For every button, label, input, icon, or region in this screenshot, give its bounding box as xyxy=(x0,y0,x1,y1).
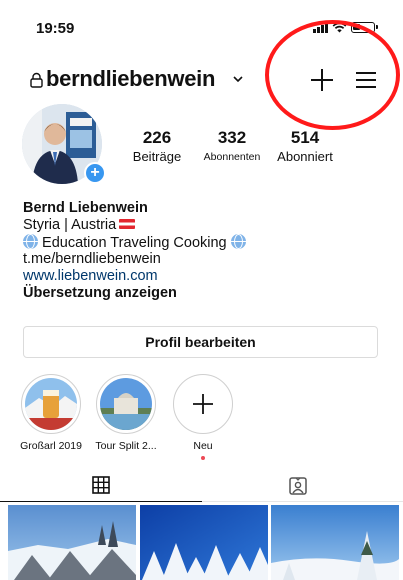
status-icons xyxy=(313,22,378,33)
highlight-cover xyxy=(25,378,77,430)
lock-icon xyxy=(30,72,43,88)
highlight-ring xyxy=(96,374,156,434)
add-story-badge[interactable]: + xyxy=(84,162,106,184)
bio-tagline: Education Traveling Cooking xyxy=(42,234,227,251)
highlight-label: Neu xyxy=(193,440,213,452)
followers-count: 332 xyxy=(217,128,247,147)
battery-icon xyxy=(351,22,378,33)
highlight-item[interactable]: Tour Split 2... xyxy=(92,374,160,452)
notification-dot xyxy=(201,456,205,460)
bio: Bernd Liebenwein Styria | Austria Educat… xyxy=(23,200,246,302)
highlight-label: Großarl 2019 xyxy=(20,440,82,452)
profile-tabs xyxy=(0,468,403,502)
posts-count: 226 xyxy=(142,128,172,147)
add-post-button[interactable] xyxy=(306,64,338,96)
tab-tagged[interactable] xyxy=(202,468,403,502)
following-count: 514 xyxy=(290,128,320,147)
translate-link[interactable]: Übersetzung anzeigen xyxy=(23,285,246,302)
highlight-ring xyxy=(173,374,233,434)
highlight-ring xyxy=(21,374,81,434)
followers-stat[interactable]: 332 Abonnenten xyxy=(196,128,268,163)
hamburger-menu-icon[interactable] xyxy=(352,66,380,94)
tagged-icon xyxy=(289,477,307,495)
grid-photo[interactable] xyxy=(8,505,138,580)
bio-location: Styria | Austria xyxy=(23,216,117,233)
website-link[interactable]: www.liebenwein.com xyxy=(23,268,246,285)
status-bar: 19:59 xyxy=(0,0,403,58)
posts-stat[interactable]: 226 Beiträge xyxy=(128,128,186,164)
photo-grid xyxy=(8,505,401,580)
wifi-icon xyxy=(332,22,347,33)
following-stat[interactable]: 514 Abonniert xyxy=(270,128,340,164)
posts-label: Beiträge xyxy=(132,149,182,164)
signal-icon xyxy=(313,22,328,33)
chevron-down-icon[interactable] xyxy=(233,75,243,83)
edit-profile-button[interactable]: Profil bearbeiten xyxy=(23,326,378,358)
followers-label: Abonnenten xyxy=(203,151,261,163)
profile-header: berndliebenwein xyxy=(0,58,403,102)
bio-location-line: Styria | Austria xyxy=(23,217,246,234)
highlight-item[interactable]: Großarl 2019 xyxy=(18,374,84,452)
globe-icon xyxy=(23,233,38,249)
grid-photo[interactable] xyxy=(271,505,401,580)
following-label: Abonniert xyxy=(277,149,333,164)
highlight-label: Tour Split 2... xyxy=(95,440,157,452)
status-time: 19:59 xyxy=(36,20,75,37)
globe-icon xyxy=(230,233,246,249)
highlight-cover xyxy=(100,378,152,430)
tab-grid[interactable] xyxy=(0,468,202,502)
bio-name: Bernd Liebenwein xyxy=(23,200,148,216)
grid-icon xyxy=(92,476,110,494)
bio-tagline-line: Education Traveling Cooking xyxy=(23,233,246,252)
austria-flag-icon xyxy=(119,218,136,229)
new-highlight-button[interactable]: Neu xyxy=(170,374,236,460)
bio-telegram: t.me/berndliebenwein xyxy=(23,251,161,268)
grid-photo[interactable] xyxy=(139,505,270,580)
plus-icon xyxy=(193,394,213,414)
username[interactable]: berndliebenwein xyxy=(46,66,215,92)
